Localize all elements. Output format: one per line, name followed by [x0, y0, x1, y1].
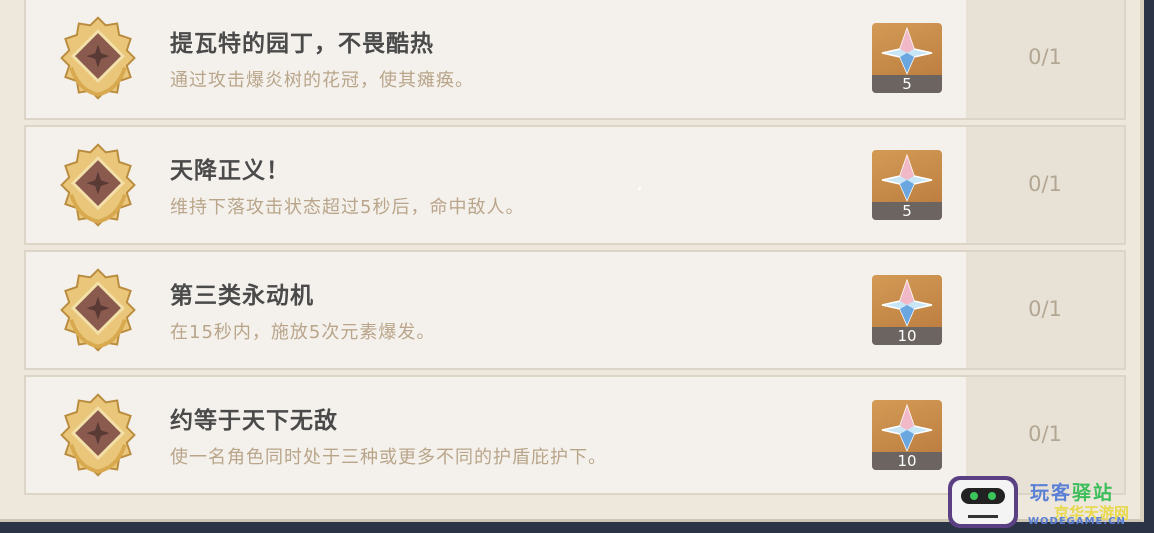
achievement-row[interactable]: 第三类永动机 在15秒内，施放5次元素爆发。 10 0/1 — [24, 250, 1126, 370]
reward-count: 10 — [872, 327, 942, 345]
gold-laurel-badge-icon — [60, 16, 136, 100]
achievement-description: 在15秒内，施放5次元素爆发。 — [170, 322, 436, 343]
watermark-title: 玩客驿站 — [1030, 478, 1114, 505]
achievement-title: 提瓦特的园丁，不畏酷热 — [170, 31, 434, 57]
primogem-icon — [881, 403, 933, 452]
watermark-title-b: 驿站 — [1072, 482, 1115, 504]
gold-laurel-badge-icon — [60, 268, 136, 352]
primogem-icon — [881, 153, 933, 202]
progress-text: 0/1 — [1028, 45, 1062, 69]
primogem-icon — [881, 278, 933, 327]
watermark-logo-icon — [948, 476, 1018, 528]
progress-cell: 0/1 — [966, 127, 1124, 243]
gold-laurel-badge-icon — [60, 143, 136, 227]
gold-laurel-badge-icon — [60, 393, 136, 477]
reward-count: 5 — [872, 202, 942, 220]
watermark-title-a: 玩客 — [1030, 482, 1073, 504]
achievement-description: 通过攻击爆炎树的花冠，使其瘫痪。 — [170, 70, 474, 91]
watermark: 玩客驿站 京华天游网 WODEGAME.CN — [948, 476, 1152, 530]
reward-item[interactable]: 10 — [872, 275, 942, 345]
progress-text: 0/1 — [1028, 297, 1062, 321]
reward-item[interactable]: 5 — [872, 150, 942, 220]
progress-cell: 0/1 — [966, 252, 1124, 368]
reward-item[interactable]: 5 — [872, 23, 942, 93]
achievement-title: 天降正义！ — [170, 158, 290, 184]
watermark-domain: WODEGAME.CN — [1028, 516, 1126, 527]
progress-cell: 0/1 — [966, 0, 1124, 118]
progress-text: 0/1 — [1028, 172, 1062, 196]
achievement-title: 约等于天下无敌 — [170, 408, 338, 434]
reward-count: 10 — [872, 452, 942, 470]
achievement-description: 使一名角色同时处于三种或更多不同的护盾庇护下。 — [170, 447, 607, 468]
progress-text: 0/1 — [1028, 422, 1062, 446]
reward-item[interactable]: 10 — [872, 400, 942, 470]
achievement-list: 提瓦特的园丁，不畏酷热 通过攻击爆炎树的花冠，使其瘫痪。 5 0/1 天降正义！… — [24, 0, 1126, 500]
primogem-icon — [881, 26, 933, 75]
achievement-row[interactable]: 提瓦特的园丁，不畏酷热 通过攻击爆炎树的花冠，使其瘫痪。 5 0/1 — [24, 0, 1126, 120]
achievement-description: 维持下落攻击状态超过5秒后，命中敌人。 — [170, 197, 525, 218]
achievement-title: 第三类永动机 — [170, 283, 314, 309]
achievement-panel: 提瓦特的园丁，不畏酷热 通过攻击爆炎树的花冠，使其瘫痪。 5 0/1 天降正义！… — [0, 0, 1144, 522]
sparkle-dot — [638, 187, 641, 190]
achievement-row[interactable]: 天降正义！ 维持下落攻击状态超过5秒后，命中敌人。 5 0/1 — [24, 125, 1126, 245]
reward-count: 5 — [872, 75, 942, 93]
